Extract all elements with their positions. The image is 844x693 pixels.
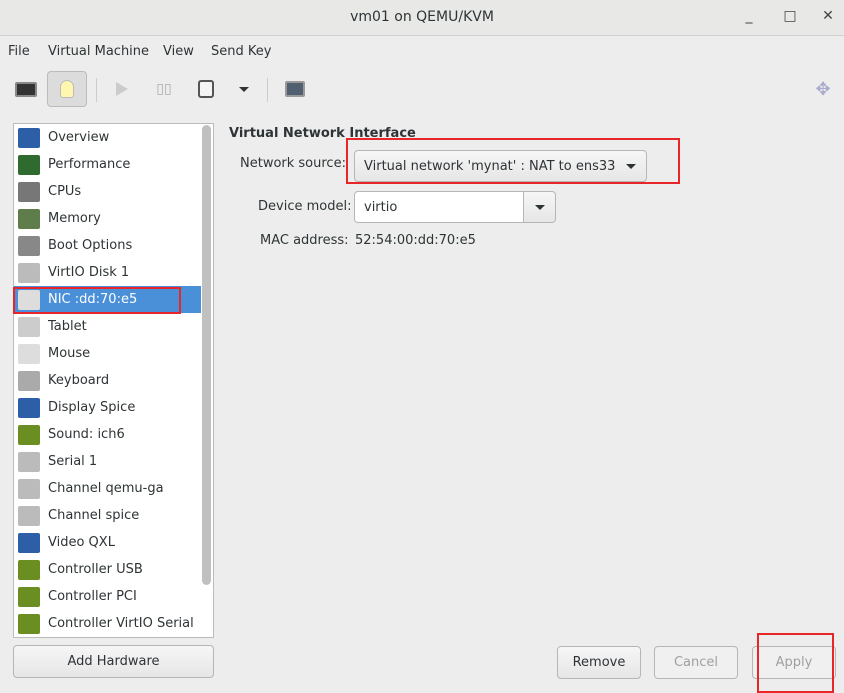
sidebar-item[interactable]: Memory: [14, 205, 201, 232]
sidebar-item-label: Boot Options: [48, 238, 133, 253]
controller-icon: [18, 559, 40, 580]
sidebar-item-label: Overview: [48, 130, 110, 145]
sidebar-item-label: Controller PCI: [48, 589, 137, 604]
sidebar-item-label: CPUs: [48, 184, 82, 199]
video-icon: [18, 532, 40, 553]
sidebar-item[interactable]: Controller PCI: [14, 583, 201, 610]
channel-icon: [18, 478, 40, 499]
menu-virtual-machine[interactable]: Virtual Machine: [48, 44, 149, 59]
menu-file[interactable]: File: [8, 44, 30, 59]
scrollbar[interactable]: [202, 125, 211, 585]
window-title: vm01 on QEMU/KVM: [350, 9, 494, 25]
close-button[interactable]: ✕: [818, 8, 838, 28]
highlight-box: [346, 138, 680, 184]
pause-icon[interactable]: ▯▯: [144, 71, 184, 107]
sidebar-item[interactable]: Controller VirtIO Serial: [14, 610, 201, 637]
mac-address-value: 52:54:00:dd:70:e5: [355, 233, 476, 248]
power-icon[interactable]: [186, 71, 226, 107]
mouse-icon: [18, 343, 40, 364]
device-model-input[interactable]: virtio: [354, 191, 524, 223]
sidebar-item[interactable]: Sound: ich6: [14, 421, 201, 448]
sidebar-item-label: Serial 1: [48, 454, 98, 469]
sidebar-item-label: Controller VirtIO Serial: [48, 616, 194, 631]
menu-bar: File Virtual Machine View Send Key: [0, 37, 844, 67]
sidebar-item-label: VirtIO Disk 1: [48, 265, 130, 280]
sidebar-item[interactable]: Display Spice: [14, 394, 201, 421]
minimize-button[interactable]: _: [739, 8, 759, 28]
chevron-down-icon: [534, 204, 545, 210]
remove-button[interactable]: Remove: [557, 646, 641, 679]
sidebar-item-label: Video QXL: [48, 535, 115, 550]
sidebar-item[interactable]: Serial 1: [14, 448, 201, 475]
sidebar-item-label: Sound: ich6: [48, 427, 125, 442]
sidebar-item[interactable]: Keyboard: [14, 367, 201, 394]
sidebar-item[interactable]: Performance: [14, 151, 201, 178]
sidebar-item-label: Memory: [48, 211, 101, 226]
disk-icon: [18, 262, 40, 283]
sidebar-item[interactable]: Controller USB: [14, 556, 201, 583]
menu-send-key[interactable]: Send Key: [211, 44, 271, 59]
fullscreen-icon[interactable]: ✥: [803, 71, 843, 107]
sidebar-item-label: Channel spice: [48, 508, 140, 523]
overview-icon: [18, 127, 40, 148]
display-icon: [18, 397, 40, 418]
controller-icon: [18, 586, 40, 607]
dropdown-arrow-icon[interactable]: [224, 71, 264, 107]
sidebar-item[interactable]: CPUs: [14, 178, 201, 205]
keyboard-icon: [18, 370, 40, 391]
sidebar-item-label: Channel qemu-ga: [48, 481, 164, 496]
sidebar-item-label: Performance: [48, 157, 131, 172]
toolbar-separator: [267, 78, 268, 102]
sidebar-item[interactable]: Channel qemu-ga: [14, 475, 201, 502]
cancel-button[interactable]: Cancel: [654, 646, 738, 679]
sidebar-item[interactable]: Tablet: [14, 313, 201, 340]
add-hardware-button[interactable]: Add Hardware: [13, 645, 214, 678]
cpu-icon: [18, 181, 40, 202]
sidebar-item-label: Keyboard: [48, 373, 110, 388]
sidebar-item[interactable]: Video QXL: [14, 529, 201, 556]
memory-icon: [18, 208, 40, 229]
hardware-list[interactable]: Overview Performance CPUs Memory Boot Option…: [13, 123, 214, 638]
toolbar-separator: [96, 78, 97, 102]
sidebar-item-label: Controller USB: [48, 562, 143, 577]
network-source-label: Network source:: [240, 156, 346, 171]
controller-icon: [18, 613, 40, 634]
highlight-box: [757, 633, 834, 693]
title-bar: vm01 on QEMU/KVM _ □ ✕: [0, 0, 844, 36]
serial-icon: [18, 451, 40, 472]
sidebar-item[interactable]: Overview: [14, 124, 201, 151]
highlight-box: [13, 287, 181, 314]
channel-icon: [18, 505, 40, 526]
sidebar-item[interactable]: VirtIO Disk 1: [14, 259, 201, 286]
gears-icon: [18, 235, 40, 256]
toolbar: ▯▯ ✥: [0, 68, 844, 110]
sidebar-item-label: Tablet: [48, 319, 87, 334]
screens-icon[interactable]: [275, 71, 315, 107]
sidebar-item-label: Display Spice: [48, 400, 136, 415]
monitor-icon[interactable]: [6, 71, 46, 107]
performance-icon: [18, 154, 40, 175]
sound-icon: [18, 424, 40, 445]
sidebar-item[interactable]: Mouse: [14, 340, 201, 367]
maximize-button[interactable]: □: [780, 8, 800, 28]
lightbulb-icon[interactable]: [47, 71, 87, 107]
mac-address-label: MAC address:: [260, 233, 349, 248]
device-model-dropdown-button[interactable]: [523, 191, 556, 223]
sidebar-item[interactable]: Boot Options: [14, 232, 201, 259]
sidebar-item-label: Mouse: [48, 346, 91, 361]
menu-view[interactable]: View: [163, 44, 194, 59]
tablet-icon: [18, 316, 40, 337]
device-model-label: Device model:: [258, 199, 352, 214]
play-icon[interactable]: [102, 71, 142, 107]
sidebar-item[interactable]: Channel spice: [14, 502, 201, 529]
